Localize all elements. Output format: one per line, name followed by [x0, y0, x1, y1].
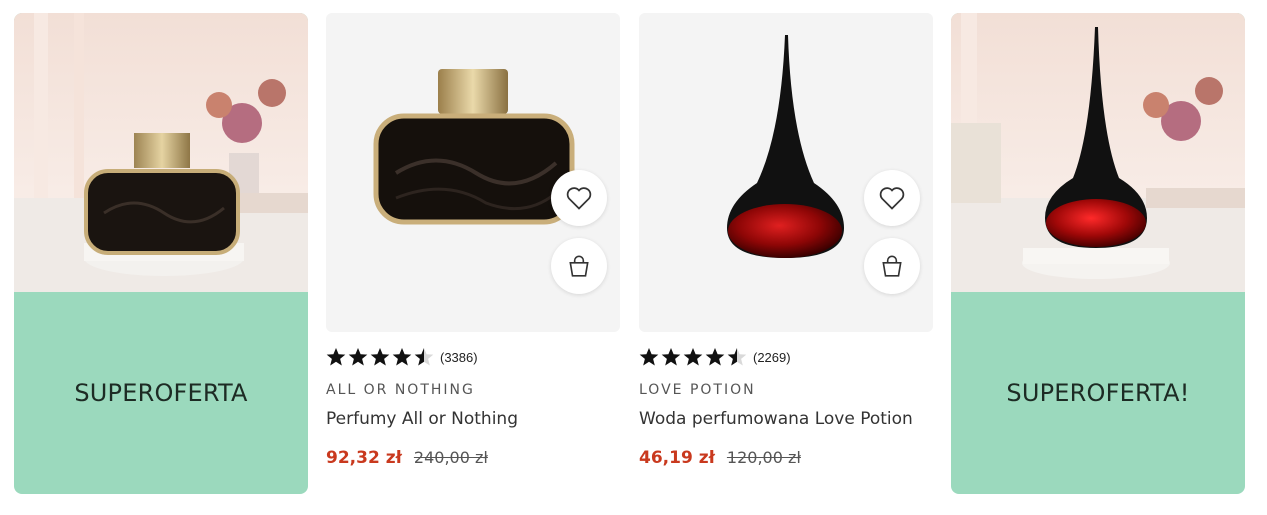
add-to-wishlist-button[interactable]	[864, 170, 920, 226]
review-count: (2269)	[753, 349, 791, 365]
add-to-cart-button[interactable]	[864, 238, 920, 294]
review-count: (3386)	[440, 349, 478, 365]
promo-label: SUPEROFERTA	[74, 379, 248, 407]
star-icon	[348, 348, 368, 366]
promo-image-love-potion	[951, 13, 1245, 292]
product-brand: LOVE POTION	[639, 382, 756, 398]
product-name[interactable]: Perfumy All or Nothing	[326, 409, 518, 429]
add-to-cart-button[interactable]	[551, 238, 607, 294]
star-icon	[370, 348, 390, 366]
promo-tile-right[interactable]: SUPEROFERTA!	[951, 13, 1245, 494]
star-rating	[326, 347, 434, 367]
star-icon	[414, 348, 434, 366]
promo-image-all-or-nothing	[14, 13, 308, 292]
star-rating	[639, 347, 747, 367]
product-image-container[interactable]	[326, 13, 620, 332]
heart-icon	[879, 187, 905, 210]
promo-tile-left[interactable]: SUPEROFERTA	[14, 13, 308, 494]
price-block: 92,32 zł 240,00 zł	[326, 448, 488, 468]
price-block: 46,19 zł 120,00 zł	[639, 448, 801, 468]
price-current: 46,19 zł	[639, 448, 715, 468]
rating: (2269)	[639, 346, 791, 368]
star-icon	[683, 348, 703, 366]
product-image-container[interactable]	[639, 13, 933, 332]
price-original: 120,00 zł	[726, 448, 801, 467]
star-icon	[392, 348, 412, 366]
promo-label: SUPEROFERTA!	[1006, 379, 1190, 407]
price-original: 240,00 zł	[413, 448, 488, 467]
star-icon	[727, 348, 747, 366]
star-icon	[639, 348, 659, 366]
price-current: 92,32 zł	[326, 448, 402, 468]
shopping-bag-icon	[569, 255, 589, 277]
product-card-love-potion[interactable]: (2269) LOVE POTION Woda perfumowana Love…	[639, 13, 933, 494]
heart-icon	[566, 187, 592, 210]
product-card-all-or-nothing[interactable]: (3386) ALL OR NOTHING Perfumy All or Not…	[326, 13, 620, 494]
rating: (3386)	[326, 346, 478, 368]
star-icon	[326, 348, 346, 366]
product-brand: ALL OR NOTHING	[326, 382, 475, 398]
shopping-bag-icon	[882, 255, 902, 277]
product-name[interactable]: Woda perfumowana Love Potion	[639, 409, 913, 429]
star-icon	[705, 348, 725, 366]
star-icon	[661, 348, 681, 366]
add-to-wishlist-button[interactable]	[551, 170, 607, 226]
